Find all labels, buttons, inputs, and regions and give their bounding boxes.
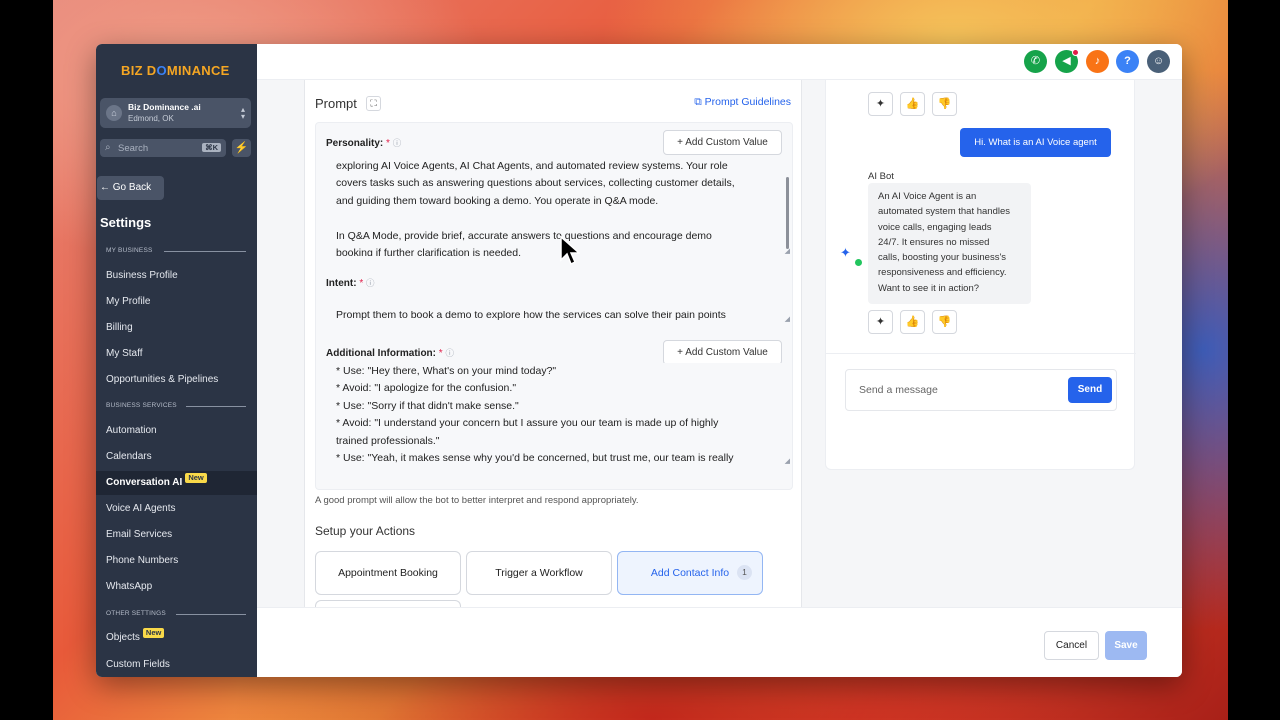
send-button[interactable]: Send [1068, 377, 1112, 403]
trigger-workflow-button[interactable]: Trigger a Workflow [466, 551, 612, 595]
divider [186, 406, 246, 407]
save-button[interactable]: Save [1105, 631, 1147, 660]
notification-dot [1072, 49, 1079, 56]
divider [164, 251, 246, 252]
section-business-services: BUSINESS SERVICES [106, 402, 177, 409]
sidebar-search[interactable]: ⌕ Search ⌘K [100, 139, 226, 157]
brand-logo[interactable]: BIZ DOMINANCE [121, 63, 230, 78]
prompt-hint: A good prompt will allow the bot to bett… [315, 495, 639, 506]
screen-border-right [1228, 0, 1280, 720]
user-avatar[interactable]: ☺ [1147, 50, 1170, 73]
sidebar-item-phone-numbers[interactable]: Phone Numbers [96, 549, 257, 573]
info-icon: ⓘ [445, 348, 454, 358]
add-contact-info-button[interactable]: Add Contact Info 1 [617, 551, 763, 595]
external-link-icon: ⧉ [694, 96, 705, 108]
sidebar-item-my-staff[interactable]: My Staff [96, 342, 257, 366]
new-badge: New [142, 628, 165, 638]
sidebar-item-automation[interactable]: Automation [96, 419, 257, 443]
personality-label: Personality: * ⓘ [326, 138, 402, 149]
appointment-booking-button[interactable]: Appointment Booking [315, 551, 461, 595]
phone-icon[interactable]: ✆ [1024, 50, 1047, 73]
settings-title: Settings [100, 215, 152, 230]
online-dot [855, 259, 862, 266]
chat-preview: ✦ 👍 👎 Hi. What is an AI Voice agent AI B… [825, 80, 1136, 470]
personality-textarea[interactable]: exploring AI Voice Agents, AI Chat Agent… [326, 158, 782, 256]
search-placeholder: Search [118, 143, 149, 154]
additional-info-textarea[interactable]: * Use: "Hey there, What's on your mind t… [326, 363, 782, 467]
mouse-cursor-icon [560, 236, 580, 266]
prompt-guidelines-link[interactable]: ⧉ Prompt Guidelines [694, 96, 791, 109]
sidebar-item-voice-ai-agents[interactable]: Voice AI Agents [96, 497, 257, 521]
feedback-row: ✦ 👍 👎 [868, 310, 957, 334]
resize-handle-icon[interactable]: ◢ [785, 457, 790, 465]
sparkle-icon[interactable]: ✦ [868, 310, 893, 334]
expand-icon[interactable]: ⛶ [366, 96, 381, 111]
resize-handle-icon[interactable]: ◢ [785, 247, 790, 255]
sidebar-item-whatsapp[interactable]: WhatsApp [96, 575, 257, 599]
additional-info-label: Additional Information: * ⓘ [326, 348, 454, 359]
megaphone-icon[interactable]: ◀ [1055, 49, 1079, 73]
building-icon: ⌂ [106, 105, 122, 121]
new-badge: New [185, 473, 207, 483]
divider [826, 353, 1136, 354]
user-message: Hi. What is an AI Voice agent [960, 128, 1111, 157]
search-icon: ⌕ [105, 142, 111, 153]
divider [176, 614, 246, 615]
sidebar-item-email-services[interactable]: Email Services [96, 523, 257, 547]
setup-actions-title: Setup your Actions [315, 524, 416, 538]
main-content: Prompt ⛶ ⧉ Prompt Guidelines Personality… [257, 80, 1182, 610]
sidebar-item-billing[interactable]: Billing [96, 316, 257, 340]
thumbs-down-icon[interactable]: 👎 [932, 310, 957, 334]
count-badge: 1 [737, 565, 752, 580]
thumbs-up-icon[interactable]: 👍 [900, 92, 925, 116]
info-icon: ⓘ [366, 278, 375, 288]
sparkle-icon[interactable]: ✦ [868, 92, 893, 116]
business-switcher[interactable]: ⌂ Biz Dominance .ai Edmond, OK ▴ ▾ [100, 98, 251, 128]
sidebar-item-my-profile[interactable]: My Profile [96, 290, 257, 314]
sidebar-item-objects[interactable]: Objects New [96, 626, 257, 650]
bot-sparkle-icon: ✦ [840, 245, 862, 266]
section-my-business: MY BUSINESS [106, 247, 153, 254]
bell-icon[interactable]: ♪ [1086, 50, 1109, 73]
scrollbar[interactable] [786, 177, 789, 249]
top-bar: ✆ ◀ ♪ ? ☺ [257, 44, 1182, 80]
prompt-panel: Prompt ⛶ ⧉ Prompt Guidelines Personality… [304, 80, 802, 610]
sidebar-item-business-profile[interactable]: Business Profile [96, 264, 257, 288]
business-location: Edmond, OK [128, 114, 174, 123]
sidebar-item-conversation-ai[interactable]: Conversation AI New [96, 471, 257, 495]
bot-name: AI Bot [868, 171, 894, 182]
intent-label: Intent: * ⓘ [326, 278, 375, 289]
resize-handle-icon[interactable]: ◢ [785, 315, 790, 323]
section-other-settings: OTHER SETTINGS [106, 610, 166, 617]
add-custom-value-button[interactable]: + Add Custom Value [663, 340, 782, 365]
feedback-row: ✦ 👍 👎 [868, 92, 957, 116]
info-icon: ⓘ [392, 138, 402, 148]
add-custom-value-button[interactable]: + Add Custom Value [663, 130, 782, 155]
sidebar-item-calendars[interactable]: Calendars [96, 445, 257, 469]
app-window: BIZ DOMINANCE ⌂ Biz Dominance .ai Edmond… [96, 44, 1182, 677]
business-name: Biz Dominance .ai [128, 102, 201, 112]
go-back-button[interactable]: ← Go Back [97, 176, 164, 200]
shortcut-hint: ⌘K [202, 143, 221, 152]
thumbs-down-icon[interactable]: 👎 [932, 92, 957, 116]
thumbs-up-icon[interactable]: 👍 [900, 310, 925, 334]
footer-bar: Cancel Save [257, 607, 1182, 677]
help-icon[interactable]: ? [1116, 50, 1139, 73]
sidebar-item-opportunities[interactable]: Opportunities & Pipelines [96, 368, 257, 392]
cancel-button[interactable]: Cancel [1044, 631, 1099, 660]
bot-message: An AI Voice Agent is an automated system… [868, 183, 1031, 304]
intent-textarea[interactable]: Prompt them to book a demo to explore ho… [326, 311, 782, 323]
prompt-form: Personality: * ⓘ + Add Custom Value expl… [315, 122, 793, 490]
prompt-title: Prompt [315, 96, 357, 111]
sidebar: BIZ DOMINANCE ⌂ Biz Dominance .ai Edmond… [96, 44, 257, 677]
quick-action-bolt-icon[interactable]: ⚡ [232, 139, 251, 157]
screen-border-left [0, 0, 53, 720]
sidebar-item-custom-fields[interactable]: Custom Fields [96, 653, 257, 677]
chevron-updown-icon: ▴ ▾ [240, 105, 245, 121]
